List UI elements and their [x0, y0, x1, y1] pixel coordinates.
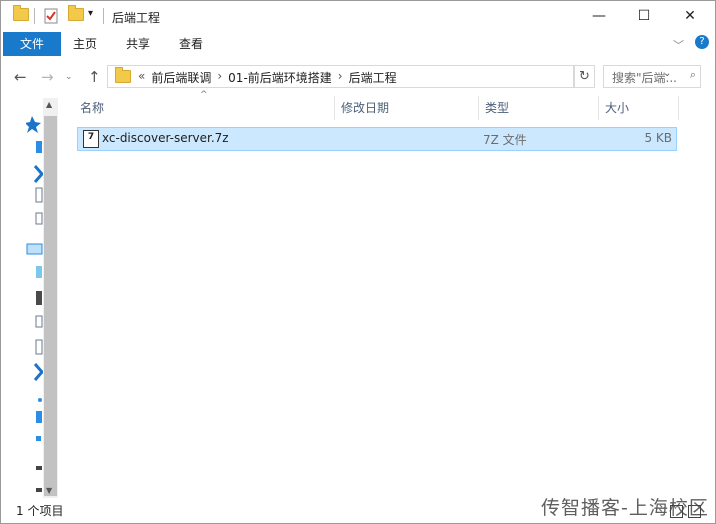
properties-icon[interactable] — [44, 8, 58, 24]
window-title: 后端工程 — [112, 11, 161, 25]
help-icon[interactable]: ? — [695, 35, 709, 49]
maximize-button[interactable]: ☐ — [621, 0, 667, 32]
up-arrow-icon[interactable]: ↑ — [88, 68, 101, 86]
maximize-icon: ☐ — [637, 8, 651, 24]
sort-ascending-icon: ^ — [200, 90, 208, 100]
breadcrumb-item[interactable]: 前后端联调 — [151, 69, 211, 86]
recent-locations-icon[interactable]: ⌄ — [65, 72, 73, 82]
file-row[interactable]: 7 xc-discover-server.7z 7Z 文件 5 KB — [77, 127, 677, 151]
breadcrumb-overflow[interactable]: « — [138, 69, 145, 86]
back-arrow-icon[interactable]: ← — [14, 68, 27, 86]
file-name: xc-discover-server.7z — [102, 131, 229, 145]
file-type: 7Z 文件 — [483, 133, 527, 147]
search-icon: ⌕ — [689, 68, 696, 81]
status-item-count: 1 个项目 — [16, 504, 64, 518]
forward-arrow-icon[interactable]: → — [41, 68, 54, 86]
breadcrumb: « 前后端联调 › 01-前后端环境搭建 › 后端工程 — [138, 69, 397, 86]
folder-icon[interactable] — [13, 5, 29, 21]
large-icons-view-icon[interactable] — [688, 505, 701, 518]
close-button[interactable]: ✕ — [667, 0, 713, 32]
ribbon: 文件 主页 共享 查看 ﹀ ? — [0, 32, 716, 58]
watermark: 传智播客-上海校区 — [541, 497, 709, 519]
column-divider[interactable] — [598, 96, 599, 120]
tab-file[interactable]: 文件 — [3, 32, 61, 56]
breadcrumb-item[interactable]: 01-前后端环境搭建 — [228, 69, 332, 86]
7z-archive-icon: 7 — [83, 130, 99, 148]
scroll-down-icon[interactable]: ▼ — [46, 486, 52, 495]
refresh-button[interactable]: ↻ — [574, 65, 595, 88]
minimize-icon: — — [592, 8, 606, 24]
file-size: 5 KB — [644, 131, 672, 145]
close-icon: ✕ — [684, 8, 696, 24]
navigation-scrollbar[interactable]: ▲ ▼ — [43, 98, 58, 498]
quick-access-separator — [34, 8, 35, 24]
new-folder-icon[interactable] — [68, 5, 84, 21]
chevron-down-icon[interactable]: ﹀ — [673, 37, 684, 53]
customize-toolbar-icon[interactable]: ▾ — [88, 8, 93, 19]
column-header-modified[interactable]: 修改日期 — [341, 96, 389, 120]
navigation-bar: ← → ⌄ ↑ « 前后端联调 › 01-前后端环境搭建 › 后端工程 ⌄ ↻ … — [0, 62, 716, 90]
search-input[interactable]: 搜索"后端... ⌕ — [603, 65, 701, 88]
column-divider[interactable] — [478, 96, 479, 120]
column-header-name[interactable]: 名称 — [80, 96, 104, 120]
address-bar[interactable]: « 前后端联调 › 01-前后端环境搭建 › 后端工程 ⌄ — [107, 65, 671, 88]
chevron-right-icon[interactable]: › — [217, 69, 222, 86]
column-divider[interactable] — [334, 96, 335, 120]
details-view-icon[interactable] — [670, 505, 683, 518]
scrollbar-thumb[interactable] — [44, 116, 57, 496]
breadcrumb-item[interactable]: 后端工程 — [349, 69, 397, 86]
refresh-icon: ↻ — [579, 69, 590, 84]
column-divider[interactable] — [678, 96, 679, 120]
minimize-button[interactable]: — — [576, 0, 622, 32]
tab-share[interactable]: 共享 — [115, 32, 161, 56]
tab-view[interactable]: 查看 — [168, 32, 214, 56]
column-header-size[interactable]: 大小 — [605, 96, 629, 120]
title-bar: ▾ 后端工程 — ☐ ✕ — [0, 0, 716, 32]
folder-icon — [115, 67, 131, 83]
scroll-up-icon[interactable]: ▲ — [46, 100, 52, 109]
chevron-right-icon[interactable]: › — [338, 69, 343, 86]
column-header-type[interactable]: 类型 — [485, 96, 509, 120]
search-placeholder: 搜索"后端... — [612, 71, 677, 85]
tab-home[interactable]: 主页 — [62, 32, 108, 56]
title-separator — [103, 8, 104, 24]
